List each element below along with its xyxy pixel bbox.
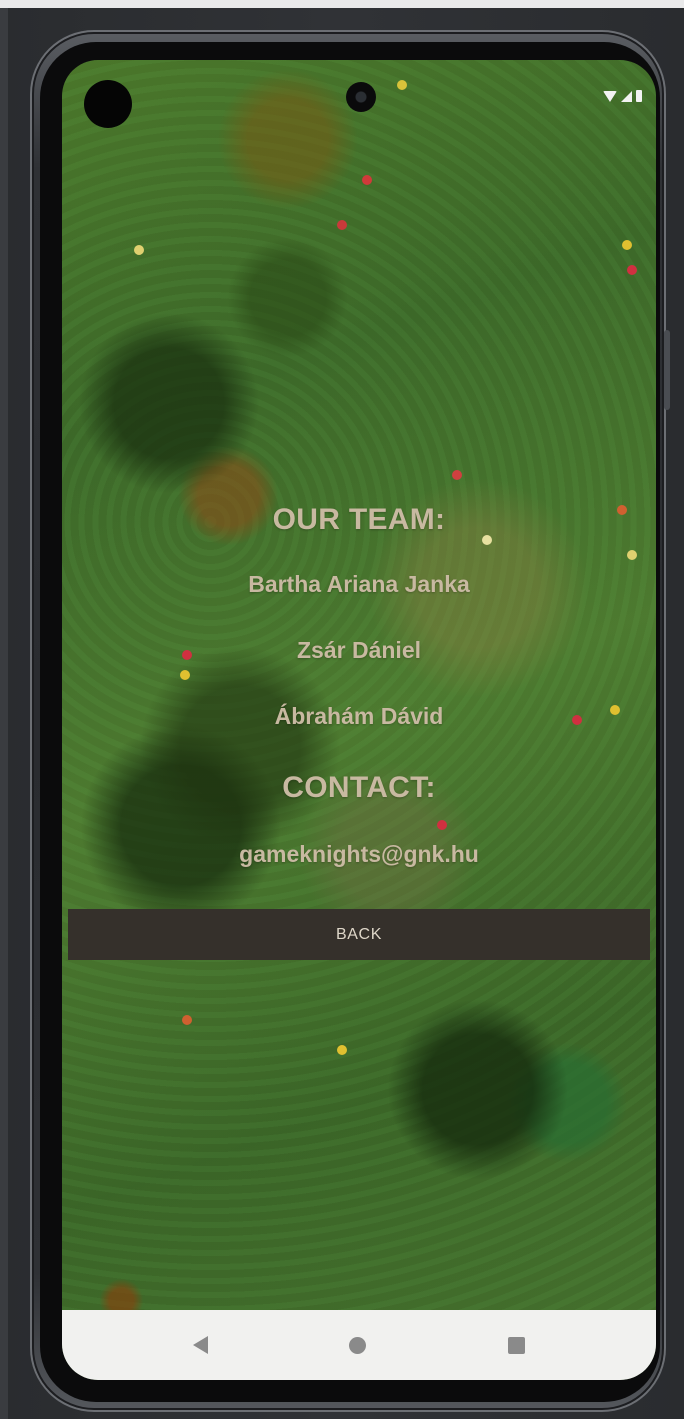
- team-member-3: Ábrahám Dávid: [274, 703, 444, 729]
- flower-decoration: [337, 1045, 347, 1055]
- flower-decoration: [452, 470, 462, 480]
- contact-heading: CONTACT:: [282, 771, 436, 804]
- team-member-2: Zsár Dániel: [297, 637, 421, 663]
- status-bar: [62, 60, 656, 128]
- flower-decoration: [362, 175, 372, 185]
- status-icons: [603, 88, 642, 104]
- flower-decoration: [337, 220, 347, 230]
- credits-content: OUR TEAM: Bartha Ariana Janka Zsár Dánie…: [62, 500, 656, 870]
- front-camera: [346, 82, 376, 112]
- nav-back-icon[interactable]: [192, 1336, 208, 1354]
- contact-email: gameknights@gnk.hu: [239, 841, 479, 867]
- flower-decoration: [134, 245, 144, 255]
- nav-home-icon[interactable]: [349, 1336, 367, 1354]
- app-screen: OUR TEAM: Bartha Ariana Janka Zsár Dánie…: [62, 60, 656, 1380]
- emulator-top-strip: [0, 0, 684, 8]
- back-button[interactable]: BACK: [68, 909, 650, 960]
- camera-dot: [84, 80, 132, 128]
- flower-decoration: [627, 265, 637, 275]
- emulator-left-strip: [0, 8, 8, 1419]
- wifi-icon: [603, 90, 617, 102]
- flower-decoration: [622, 240, 632, 250]
- signal-icon: [621, 90, 632, 102]
- team-member-1: Bartha Ariana Janka: [248, 571, 470, 597]
- phone-side-button: [664, 330, 670, 410]
- battery-icon: [636, 90, 642, 102]
- flower-decoration: [182, 1015, 192, 1025]
- navigation-bar: [62, 1310, 656, 1380]
- team-heading: OUR TEAM:: [272, 503, 446, 536]
- nav-recents-icon[interactable]: [508, 1336, 526, 1354]
